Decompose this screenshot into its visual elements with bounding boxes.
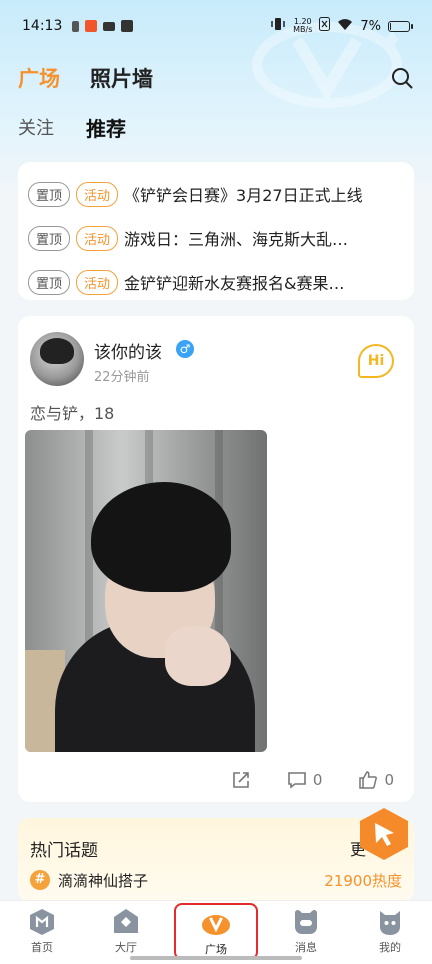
pinned-badge: 置顶 xyxy=(28,181,71,207)
home-icon xyxy=(30,909,54,935)
battery-level xyxy=(390,22,391,30)
bottom-navigation: 首页 大厅 广场 消息 我的 xyxy=(0,900,432,964)
play-icon xyxy=(121,20,134,32)
nav-profile[interactable]: 我的 xyxy=(348,901,432,964)
plaza-icon xyxy=(202,915,230,935)
hot-topic-name[interactable]: 滴滴神仙搭子 xyxy=(58,870,148,891)
comment-button[interactable]: 0 xyxy=(287,770,323,790)
pinned-item[interactable]: 置顶 活动 金铲铲迎新水友赛报名&赛果… xyxy=(28,260,404,304)
nav-label: 我的 xyxy=(379,941,401,954)
male-gender-icon: ♂ xyxy=(176,340,194,358)
hashtag-icon: # xyxy=(30,870,50,890)
comment-count: 0 xyxy=(312,771,323,789)
pinned-item[interactable]: 置顶 活动 游戏日：三角洲、海克斯大乱… xyxy=(28,216,404,260)
nav-messages[interactable]: 消息 xyxy=(264,901,348,964)
activity-badge: 活动 xyxy=(76,225,119,251)
avatar[interactable] xyxy=(30,332,84,386)
say-hi-button[interactable]: Hi xyxy=(358,344,394,378)
floating-cursor-button[interactable] xyxy=(358,806,410,862)
nav-label: 消息 xyxy=(295,941,317,954)
home-indicator xyxy=(130,956,302,960)
battery-icon xyxy=(388,20,413,32)
activity-badge: 活动 xyxy=(76,181,119,207)
lobby-icon xyxy=(114,909,138,933)
pinned-title: 金铲铲迎新水友赛报名&赛果… xyxy=(124,274,345,293)
message-icon xyxy=(295,909,317,934)
pinned-announcements: 置顶 活动 《铲铲会日赛》3月27日正式上线 置顶 活动 游戏日：三角洲、海克斯… xyxy=(18,162,414,300)
crown-icon xyxy=(103,21,116,31)
share-button[interactable] xyxy=(231,770,251,790)
nav-plaza[interactable]: 广场 xyxy=(174,903,258,960)
nav-label: 广场 xyxy=(205,943,227,956)
pinned-title: 游戏日：三角洲、海克斯大乱… xyxy=(124,230,349,249)
pinned-item[interactable]: 置顶 活动 《铲铲会日赛》3月27日正式上线 xyxy=(28,172,404,216)
post-actions: 0 0 xyxy=(18,768,414,792)
tab-photo-wall[interactable]: 照片墙 xyxy=(90,63,153,93)
sim-icon xyxy=(72,20,80,32)
hot-topics-card[interactable]: 热门话题 更 # 滴滴神仙搭子 21900热度 xyxy=(18,818,414,902)
post-card[interactable]: 该你的该 ♂ 22分钟前 Hi 恋与铲，18 0 0 xyxy=(18,316,414,802)
post-username[interactable]: 该你的该 xyxy=(94,338,162,363)
network-speed: 1.20 MB/s xyxy=(293,18,312,34)
search-icon[interactable] xyxy=(390,66,414,90)
app-notification-icon xyxy=(85,20,98,32)
sub-tabs: 关注 推荐 xyxy=(0,110,432,144)
nav-lobby[interactable]: 大厅 xyxy=(84,901,168,964)
post-text: 恋与铲，18 xyxy=(30,404,115,423)
tab-plaza[interactable]: 广场 xyxy=(18,63,60,93)
profile-icon xyxy=(380,911,400,935)
hot-topics-title: 热门话题 xyxy=(30,841,98,861)
pinned-badge: 置顶 xyxy=(28,269,71,295)
pinned-badge: 置顶 xyxy=(28,225,71,251)
speed-unit: MB/s xyxy=(293,25,313,34)
nav-label: 大厅 xyxy=(115,941,137,954)
wifi-icon xyxy=(337,18,353,35)
activity-badge: 活动 xyxy=(76,269,119,295)
nav-label: 首页 xyxy=(31,941,53,954)
post-timestamp: 22分钟前 xyxy=(94,370,150,385)
nav-home[interactable]: 首页 xyxy=(0,901,84,964)
status-bar: 14:13 1.20 MB/s 7% xyxy=(0,0,432,52)
tab-recommended[interactable]: 推荐 xyxy=(86,113,126,142)
thumbs-up-icon xyxy=(359,771,378,789)
comment-icon xyxy=(288,772,306,789)
clock: 14:13 xyxy=(22,18,63,34)
tab-following[interactable]: 关注 xyxy=(18,114,54,140)
like-button[interactable]: 0 xyxy=(358,770,394,790)
hot-topic-heat: 21900热度 xyxy=(324,872,402,890)
share-icon xyxy=(233,772,249,788)
pinned-title: 《铲铲会日赛》3月27日正式上线 xyxy=(124,186,363,205)
vibrate-icon xyxy=(270,17,286,35)
top-header: 广场 照片墙 xyxy=(0,58,432,98)
battery-percent: 7% xyxy=(360,18,381,34)
post-photo[interactable] xyxy=(25,430,267,752)
like-count: 0 xyxy=(384,771,394,789)
sim-off-icon xyxy=(319,17,331,35)
